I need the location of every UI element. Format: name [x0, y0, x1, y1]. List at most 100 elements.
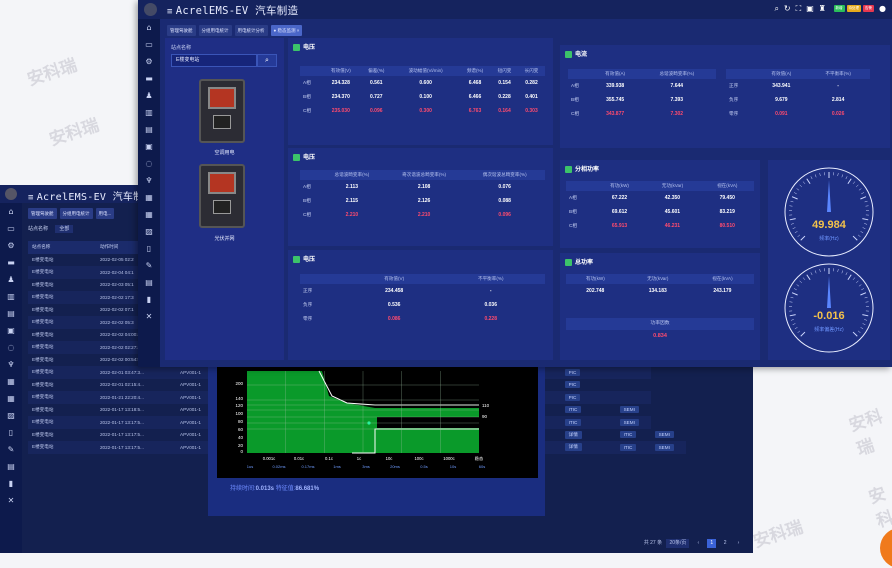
tab-usage[interactable]: 用电...	[96, 208, 115, 219]
column-header: 总谐波畸变率(%)	[638, 69, 716, 79]
row-action-button[interactable]: SEMI	[620, 406, 639, 413]
row-action-button[interactable]: 详情	[565, 431, 582, 439]
home-icon[interactable]: ⌂	[138, 19, 160, 36]
edit-icon[interactable]: ✎	[138, 257, 160, 274]
pager-page-2[interactable]: 2	[721, 539, 730, 548]
lock-icon[interactable]: ▣	[0, 322, 22, 339]
badge-alarm[interactable]: 告警	[863, 5, 874, 12]
gauge-tick	[791, 201, 794, 202]
column-header: 奇次谐波总畸变率(%)	[384, 170, 465, 180]
monitor-icon[interactable]: ▭	[138, 36, 160, 53]
doc-icon[interactable]: ▤	[138, 274, 160, 291]
plug-icon[interactable]: ♆	[0, 356, 22, 373]
row-action-button[interactable]: SEMI	[620, 419, 639, 426]
monitor-icon[interactable]: ▭	[0, 220, 22, 237]
home-icon[interactable]: ⌂	[0, 203, 22, 220]
grid-icon[interactable]: ▦	[0, 373, 22, 390]
trash-icon[interactable]: ▯	[138, 240, 160, 257]
save-icon[interactable]: ▨	[0, 407, 22, 424]
device-image[interactable]	[199, 164, 245, 228]
y-tick-label: 120	[235, 403, 243, 408]
column-header: 有效值(V)	[352, 274, 437, 284]
tab-cockpit[interactable]: 管理驾驶舱	[167, 25, 196, 36]
gauge-tick	[846, 176, 847, 179]
qr-icon[interactable]: ▣	[806, 4, 814, 13]
row-action-button[interactable]: ITIC	[620, 444, 637, 451]
gear-icon[interactable]: ⚙	[0, 237, 22, 254]
trash-icon[interactable]: ▯	[0, 424, 22, 441]
cell-text: E楼变电站	[32, 344, 53, 349]
tab-group-stats[interactable]: 分组用电统计	[60, 208, 93, 219]
site-search-button[interactable]: ⌕	[257, 54, 277, 67]
bulb-icon[interactable]: ◌	[0, 339, 22, 356]
tab-usage-analysis[interactable]: 用电统计分析	[235, 25, 268, 36]
pager-next[interactable]: ›	[734, 539, 743, 548]
bar-chart-icon[interactable]: ▥	[0, 288, 22, 305]
user-icon[interactable]: ♟	[138, 87, 160, 104]
menu-icon[interactable]: ≡	[28, 193, 34, 203]
book-icon[interactable]: ▮	[138, 291, 160, 308]
site-input[interactable]: E楼变电站	[171, 54, 257, 67]
cell-text: APV001-1	[180, 420, 201, 425]
frequency-panel: 49.984 频率(Hz) -0.016 频率偏差(Hz)	[768, 160, 890, 360]
tools-icon[interactable]: ✕	[138, 308, 160, 325]
badge-pending[interactable]: 待处理	[847, 5, 862, 12]
row-action-button[interactable]: 详情	[565, 443, 582, 451]
device-image[interactable]	[199, 79, 245, 143]
folder-icon[interactable]: ▬	[138, 70, 160, 87]
plug-icon[interactable]: ♆	[138, 172, 160, 189]
row-action-button[interactable]: ITIC	[620, 431, 637, 438]
tab-steady-monitor[interactable]: ● 稳态监测 ×	[271, 25, 303, 36]
voltage-harmonic-panel: 电压 总谐波畸变率(%)奇次谐波总畸变率(%)偶次谐波总畸变率(%)A相2.11…	[288, 148, 553, 246]
table-cell: 正序	[300, 284, 352, 298]
doc-icon[interactable]: ▤	[0, 458, 22, 475]
edit-icon[interactable]: ✎	[0, 441, 22, 458]
row-action-button[interactable]: ITIC	[565, 406, 582, 413]
card-icon[interactable]: ▤	[138, 121, 160, 138]
row-action-button[interactable]: PIC	[565, 369, 581, 376]
column-header: 偶次谐波总畸变率(%)	[464, 170, 545, 180]
table-cell: 79.450	[701, 191, 755, 205]
badge-new[interactable]: 新增	[834, 5, 845, 12]
row-action-button[interactable]: PIC	[565, 394, 581, 401]
pager-size-select[interactable]: 20条/页	[666, 539, 689, 548]
book-icon[interactable]: ▮	[0, 475, 22, 492]
table-cell: 0.026	[806, 107, 870, 121]
card-icon[interactable]: ▤	[0, 305, 22, 322]
search-icon[interactable]: ⌕	[774, 4, 778, 13]
row-action-button[interactable]: ITIC	[565, 419, 582, 426]
row-action-button[interactable]: PIC	[565, 381, 581, 388]
gauge-tick	[800, 281, 802, 283]
lock-icon[interactable]: ▣	[138, 138, 160, 155]
gauge-tick	[853, 182, 855, 184]
table-cell: 零序	[726, 107, 756, 121]
shirt-icon[interactable]: ♜	[819, 4, 826, 13]
fullscreen-icon[interactable]: ⛶	[796, 4, 802, 13]
user-icon[interactable]: ♟	[0, 271, 22, 288]
avatar[interactable]: ●	[879, 4, 886, 13]
cell-text: 2022-01-21 22:20:4...	[100, 395, 144, 400]
gear-icon[interactable]: ⚙	[138, 53, 160, 70]
cell-text: 2022-01-17 13:17:5...	[100, 420, 144, 425]
refresh-icon[interactable]: ↻	[784, 4, 791, 13]
col-site: 站点名称	[28, 241, 96, 254]
table-header-row: 有效值(A)总谐波畸变率(%)	[568, 69, 716, 79]
folder-icon[interactable]: ▬	[0, 254, 22, 271]
bar-chart-icon[interactable]: ▥	[138, 104, 160, 121]
bulb-icon[interactable]: ◌	[138, 155, 160, 172]
table-icon[interactable]: ▦	[0, 390, 22, 407]
row-action-button[interactable]: SEMI	[655, 431, 674, 438]
grid-icon[interactable]: ▦	[138, 189, 160, 206]
tab-cockpit[interactable]: 管理驾驶舱	[28, 208, 57, 219]
tab-group-stats[interactable]: 分组用电统计	[199, 25, 232, 36]
pager-prev[interactable]: ‹	[694, 539, 703, 548]
row-action-button[interactable]: SEMI	[655, 444, 674, 451]
tools-icon[interactable]: ✕	[0, 492, 22, 509]
pager-page-1[interactable]: 1	[707, 539, 716, 548]
table-icon[interactable]: ▦	[138, 206, 160, 223]
save-icon[interactable]: ▨	[138, 223, 160, 240]
site-filter-select[interactable]: 全部	[55, 225, 73, 233]
menu-icon[interactable]: ≡	[167, 7, 173, 17]
table-cell: C相	[568, 107, 593, 121]
gauge-tick	[797, 284, 799, 286]
